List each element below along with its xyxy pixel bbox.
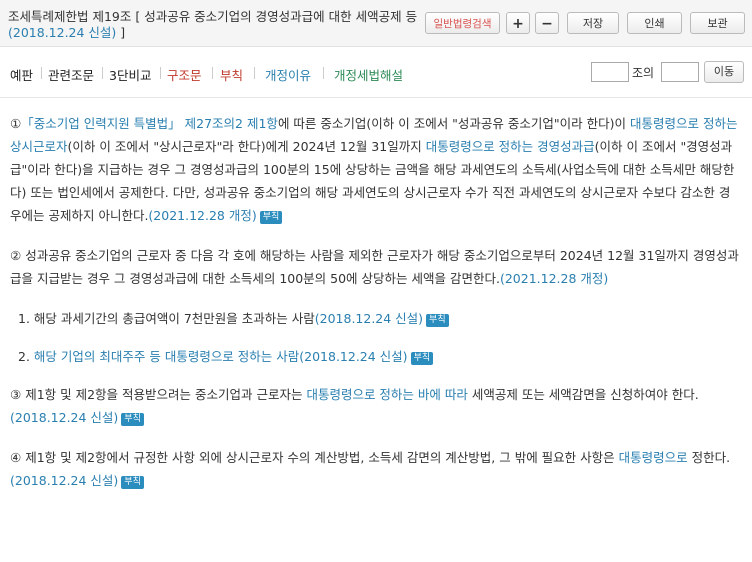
tab-divider [41,67,42,79]
article-sub-number-input[interactable] [661,62,699,82]
title-text: 조세특례제한법 제19조 [ 성과공유 중소기업의 경영성과급에 대한 세액공제… [8,9,418,24]
item-2: 2. 해당 기업의 최대주주 등 대통령령으로 정하는 사람(2018.12.2… [18,345,740,368]
paragraph-number: ② [10,248,22,263]
paragraph-2: ② 성과공유 중소기업의 근로자 중 다음 각 호에 해당하는 사람을 제외한 … [10,244,740,290]
article-number-input[interactable] [591,62,629,82]
title-date: (2018.12.24 신설) [8,25,117,40]
general-law-search-button[interactable]: 일반법령검색 [425,12,500,34]
law-reference-link[interactable]: 「중소기업 인력지원 특별법」 제27조의2 제1항 [21,116,278,131]
addenda-badge[interactable]: 부칙 [426,314,449,327]
item-1: 1. 해당 과세기간의 총급여액이 7천만원을 초과하는 사람(2018.12.… [18,307,740,330]
keep-button[interactable]: 보관 [690,12,745,34]
article-sub-label: 조의 [632,66,655,80]
paragraph-text: 제1항 및 제2항을 적용받으려는 중소기업과 근로자는 [25,387,307,402]
print-button[interactable]: 인쇄 [627,12,682,34]
tab-divider [323,67,324,79]
page-title: 조세특례제한법 제19조 [ 성과공유 중소기업의 경영성과급에 대한 세액공제… [8,9,418,41]
paragraph-1: ①「중소기업 인력지원 특별법」 제27조의2 제1항에 따른 중소기업(이하 … [10,112,740,227]
paragraph-text: 정한다. [687,450,731,465]
tab-old-article[interactable]: 구조문 [167,65,202,84]
addenda-badge[interactable]: 부칙 [410,352,434,365]
tab-precedent[interactable]: 예판 [10,65,33,84]
decree-reference-link[interactable]: 대통령령으로 정하는 경영성과급 [426,139,595,154]
tab-related-articles[interactable]: 관련조문 [48,65,94,84]
title-end: ] [116,25,126,40]
tab-divider [212,67,213,79]
paragraph-text: (이하 이 조에서 "상시근로자"라 한다)에게 2024년 12월 31일까지 [67,139,426,154]
move-button[interactable]: 이동 [704,61,744,83]
revision-date: (2018.12.24 신설) [10,410,119,425]
paragraph-text: 세액공제 또는 세액감면을 신청하여야 한다. [467,387,699,402]
paragraph-number: ① [10,116,22,131]
article-body: ①「중소기업 인력지원 특별법」 제27조의2 제1항에 따른 중소기업(이하 … [10,112,740,492]
paragraph-text: 제1항 및 제2항에서 규정한 사항 외에 상시근로자 수의 계산방법, 소득세… [25,450,619,465]
zoom-out-button[interactable]: − [535,12,559,34]
revision-date: (2021.12.28 개정) [148,208,257,223]
addenda-badge[interactable]: 부칙 [121,476,144,489]
addenda-badge[interactable]: 부칙 [259,211,283,224]
decree-reference-link[interactable]: 대통령령으로 [619,450,688,465]
tab-divider [102,67,103,79]
paragraph-text: 성과공유 중소기업의 근로자 중 다음 각 호에 해당하는 사람을 제외한 근로… [10,248,739,286]
paragraph-number: ④ [10,450,22,465]
zoom-in-button[interactable]: + [506,12,530,34]
item-number: 2. [18,349,30,364]
addenda-badge[interactable]: 부칙 [121,413,144,426]
paragraph-3: ③ 제1항 및 제2항을 적용받으려는 중소기업과 근로자는 대통령령으로 정하… [10,383,740,429]
item-text: 해당 과세기간의 총급여액이 7천만원을 초과하는 사람 [33,311,315,326]
item-number: 1. [18,311,30,326]
tab-divider [160,67,161,79]
decree-reference-link[interactable]: 대통령령으로 정하는 바에 따라 [306,387,467,402]
paragraph-4: ④ 제1항 및 제2항에서 규정한 사항 외에 상시근로자 수의 계산방법, 소… [10,446,740,492]
tab-tax-law-commentary[interactable]: 개정세법해설 [334,65,403,84]
save-button[interactable]: 저장 [567,12,619,34]
tab-three-way-compare[interactable]: 3단비교 [109,65,151,84]
revision-date: (2021.12.28 개정) [499,271,609,286]
tab-addenda[interactable]: 부칙 [220,65,243,84]
paragraph-text: 에 따른 중소기업(이하 이 조에서 "성과공유 중소기업"이라 한다)이 [277,116,630,131]
decree-reference-link[interactable]: 해당 기업의 최대주주 등 대통령령으로 정하는 사람 [34,349,299,364]
revision-date: (2018.12.24 신설) [10,473,119,488]
tab-amendment-reason[interactable]: 개정이유 [265,65,311,84]
revision-date: (2018.12.24 신설) [299,349,408,364]
paragraph-number: ③ [10,387,22,402]
revision-date: (2018.12.24 신설) [314,311,424,326]
tab-divider [254,67,255,79]
header-bar: 조세특례제한법 제19조 [ 성과공유 중소기업의 경영성과급에 대한 세액공제… [0,0,752,47]
